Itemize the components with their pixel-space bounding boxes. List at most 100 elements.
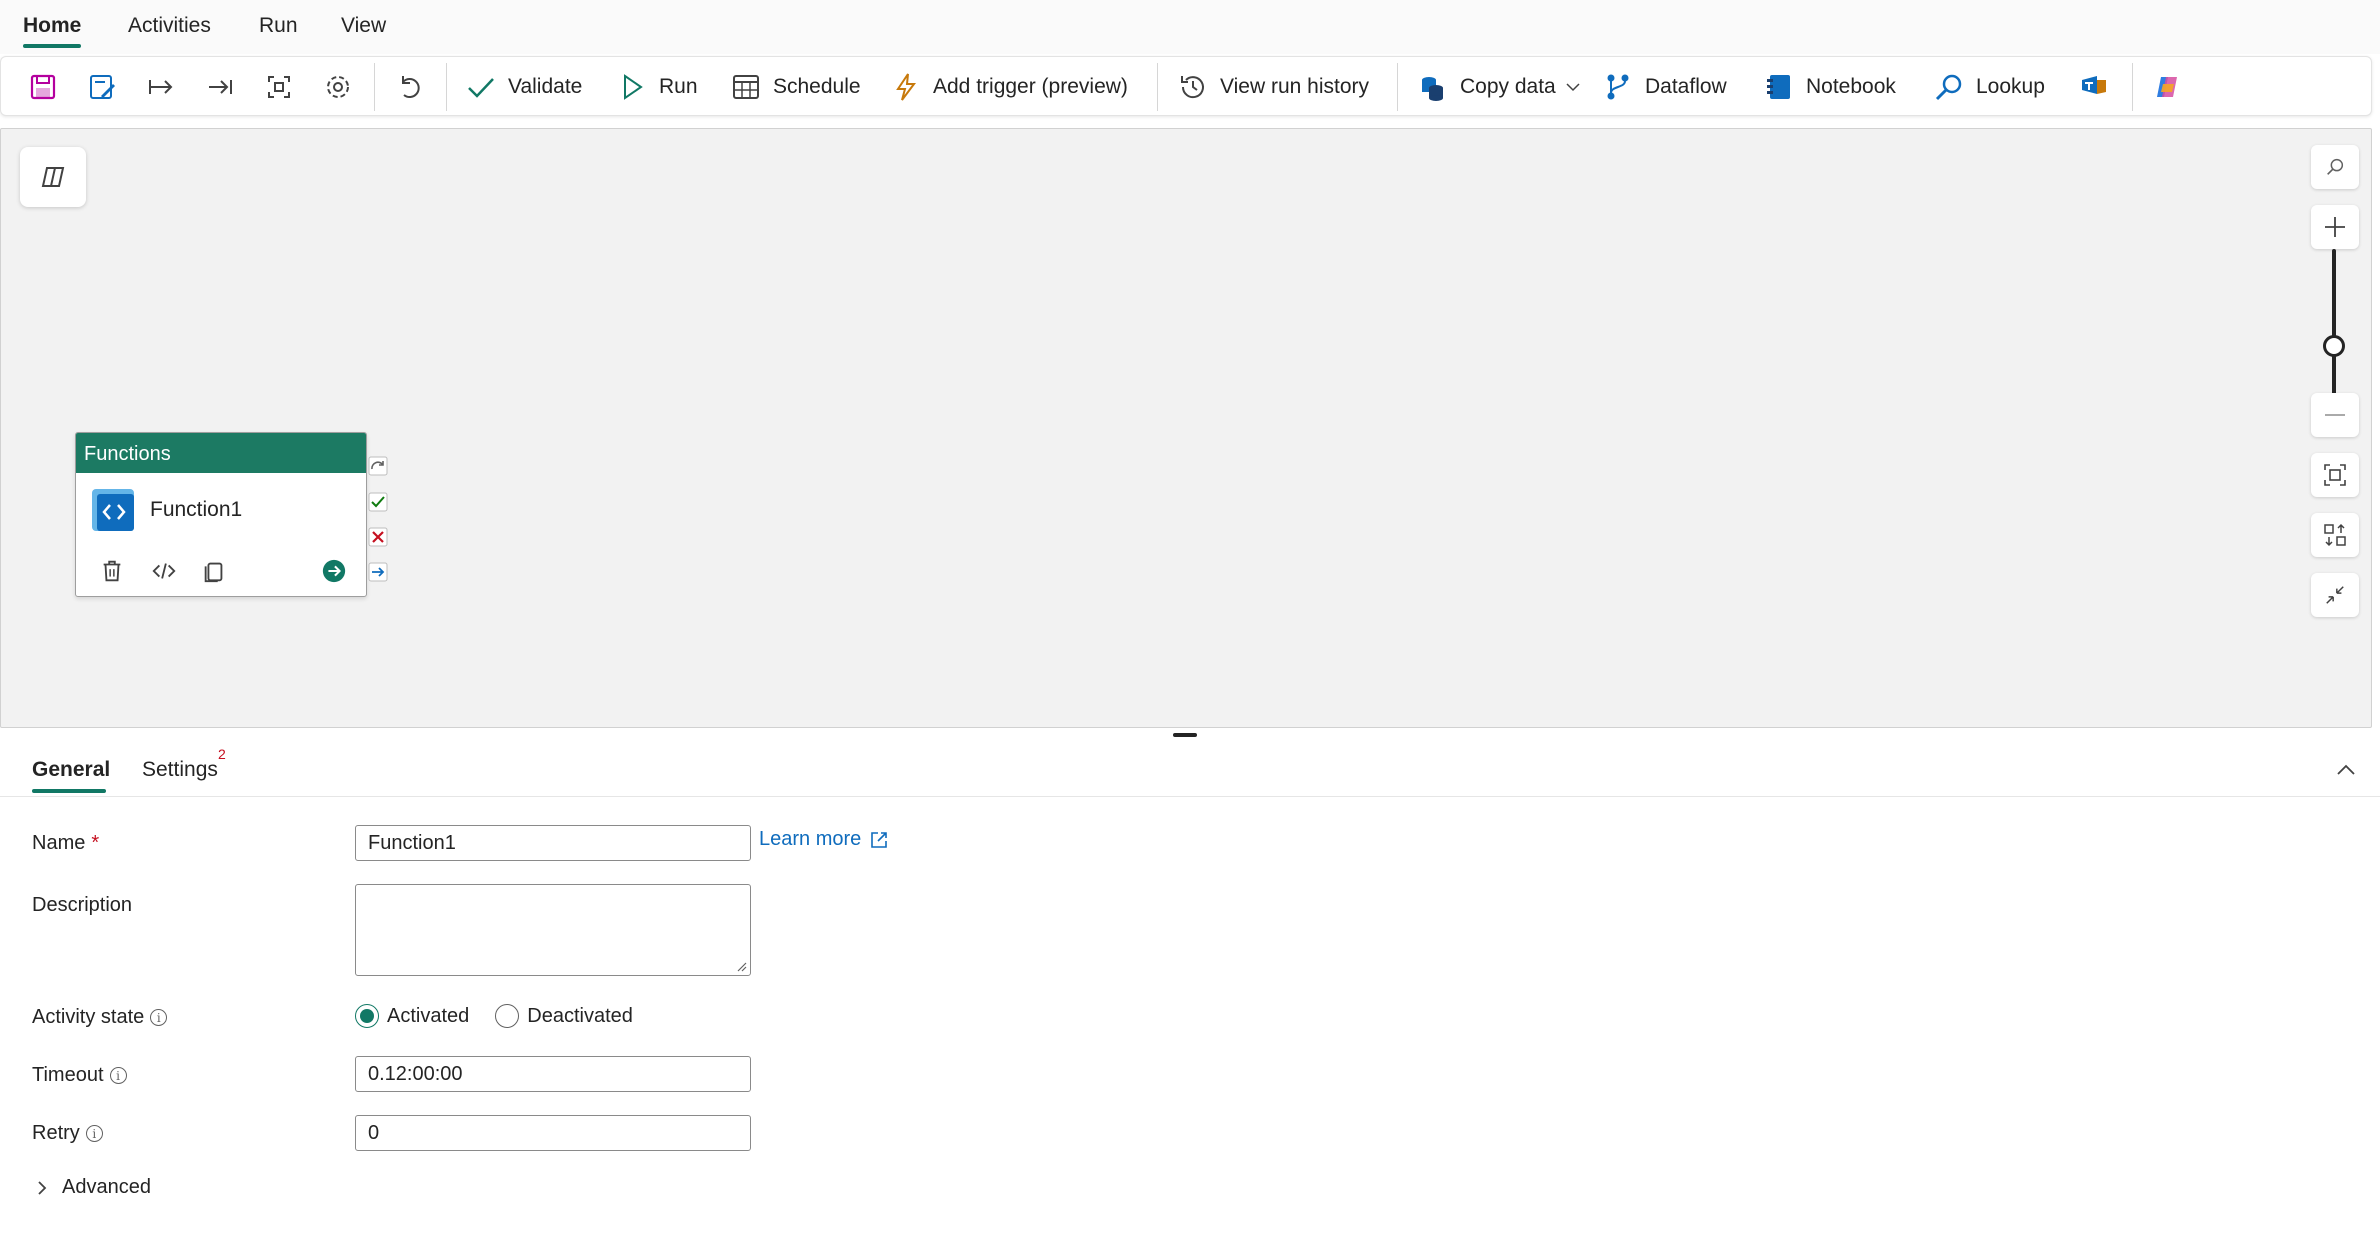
- deactivated-radio-option[interactable]: Deactivated: [495, 1004, 633, 1028]
- settings-button[interactable]: [323, 67, 353, 107]
- validate-label: Validate: [508, 75, 583, 98]
- copilot-chat-button[interactable]: [20, 147, 86, 207]
- move-end-button[interactable]: [205, 67, 235, 107]
- lookup-button[interactable]: Lookup: [1934, 67, 2045, 107]
- fit-view-button[interactable]: [264, 67, 294, 107]
- menu-tab-run[interactable]: Run: [259, 14, 298, 38]
- notebook-icon: [1767, 75, 1790, 99]
- move-end-icon: [209, 80, 232, 94]
- menu-tab-home[interactable]: Home: [23, 14, 81, 38]
- zoom-out-button[interactable]: [2311, 393, 2359, 437]
- save-icon: [30, 74, 56, 100]
- toolbar-divider: [1397, 63, 1398, 111]
- collapse-panel-button[interactable]: [2334, 760, 2358, 780]
- dataflow-label: Dataflow: [1645, 75, 1727, 98]
- fit-screen-icon: [2324, 464, 2346, 486]
- activity-state-radio-group: Activated Deactivated: [355, 1004, 647, 1028]
- view-run-history-button[interactable]: View run history: [1178, 67, 1369, 107]
- zoom-slider-thumb[interactable]: [2323, 335, 2345, 357]
- chevron-down-icon: [1566, 83, 1580, 92]
- add-output-button[interactable]: [320, 557, 348, 585]
- save-as-button[interactable]: [87, 67, 117, 107]
- copilot-icon: [2157, 77, 2177, 97]
- code-icon: [152, 563, 176, 579]
- timeout-field-label: Timeout i: [32, 1064, 127, 1087]
- copilot-outline-icon: [41, 167, 65, 187]
- panel-resize-handle[interactable]: [1173, 733, 1197, 737]
- history-icon: [1181, 76, 1204, 99]
- activated-radio-option[interactable]: Activated: [355, 1004, 469, 1028]
- advanced-section-toggle[interactable]: Advanced: [34, 1176, 151, 1199]
- toolbar-divider: [2132, 63, 2133, 111]
- schedule-button[interactable]: Schedule: [731, 67, 861, 107]
- canvas-search-button[interactable]: [2311, 145, 2359, 189]
- save-as-icon: [90, 75, 115, 99]
- toolbar-divider: [374, 63, 375, 111]
- activity-node-header: Functions: [76, 433, 366, 473]
- undo-button[interactable]: [395, 67, 425, 107]
- play-icon: [624, 74, 643, 100]
- learn-more-text: Learn more: [759, 828, 862, 850]
- auto-align-button[interactable]: [2311, 513, 2359, 557]
- delete-activity-button[interactable]: [98, 557, 126, 585]
- description-label-text: Description: [32, 894, 133, 916]
- tab-general[interactable]: General: [32, 758, 110, 782]
- activity-node-name: Function1: [150, 498, 243, 521]
- pipeline-canvas[interactable]: Functions Function1: [0, 128, 2372, 728]
- save-button[interactable]: [28, 67, 58, 107]
- tab-settings[interactable]: Settings: [142, 758, 218, 782]
- name-input[interactable]: [355, 825, 751, 861]
- activity-state-field-label: Activity state i: [32, 1006, 168, 1029]
- collapse-view-button[interactable]: [2311, 573, 2359, 617]
- add-trigger-button[interactable]: Add trigger (preview): [891, 67, 1128, 107]
- trash-icon: [103, 560, 121, 582]
- function-icon: [92, 489, 134, 531]
- menu-tab-activities[interactable]: Activities: [128, 14, 211, 38]
- menu-tab-view[interactable]: View: [341, 14, 386, 38]
- activated-radio[interactable]: [355, 1004, 379, 1028]
- notebook-button[interactable]: Notebook: [1764, 67, 1896, 107]
- copy-data-button[interactable]: Copy data: [1418, 67, 1582, 107]
- teams-button[interactable]: [2079, 67, 2109, 107]
- port-fail[interactable]: [368, 527, 388, 547]
- validate-button[interactable]: Validate: [466, 67, 582, 107]
- run-button[interactable]: Run: [617, 67, 698, 107]
- port-skip[interactable]: [368, 456, 388, 476]
- zoom-to-fit-button[interactable]: [2311, 453, 2359, 497]
- activity-state-label-text: Activity state: [32, 1006, 145, 1028]
- deactivated-radio[interactable]: [495, 1004, 520, 1028]
- port-complete[interactable]: [368, 562, 388, 582]
- port-success[interactable]: [368, 492, 388, 512]
- activity-node-function[interactable]: Functions Function1: [75, 432, 367, 597]
- move-right-icon: [149, 80, 173, 94]
- collapse-arrows-icon: [2326, 586, 2344, 604]
- info-icon: i: [150, 1009, 168, 1026]
- complete-arrow-icon: [368, 562, 388, 582]
- auto-align-icon: [2324, 523, 2346, 547]
- copilot-button[interactable]: [2152, 67, 2182, 107]
- copy-activity-button[interactable]: [200, 557, 228, 585]
- description-textarea[interactable]: [355, 884, 751, 976]
- minus-icon: [2325, 414, 2345, 416]
- timeout-input[interactable]: [355, 1056, 751, 1092]
- dataflow-button[interactable]: Dataflow: [1603, 67, 1727, 107]
- calendar-icon: [733, 75, 759, 99]
- view-code-button[interactable]: [150, 557, 178, 585]
- external-link-icon: [871, 831, 888, 848]
- undo-icon: [402, 76, 420, 98]
- name-field-label: Name *: [32, 832, 99, 855]
- run-label: Run: [659, 75, 698, 98]
- success-check-icon: [368, 492, 388, 512]
- retry-input[interactable]: [355, 1115, 751, 1151]
- search-icon: [2327, 158, 2344, 175]
- retry-field-label: Retry i: [32, 1122, 103, 1145]
- info-icon: i: [85, 1125, 103, 1142]
- zoom-slider-track[interactable]: [2332, 249, 2336, 401]
- learn-more-link[interactable]: Learn more: [759, 828, 889, 851]
- deactivated-label: Deactivated: [527, 1004, 633, 1027]
- move-right-button[interactable]: [146, 67, 176, 107]
- zoom-in-button[interactable]: [2311, 205, 2359, 249]
- dataflow-icon: [1607, 74, 1629, 100]
- lightning-icon: [896, 73, 916, 101]
- lookup-label: Lookup: [1976, 75, 2045, 98]
